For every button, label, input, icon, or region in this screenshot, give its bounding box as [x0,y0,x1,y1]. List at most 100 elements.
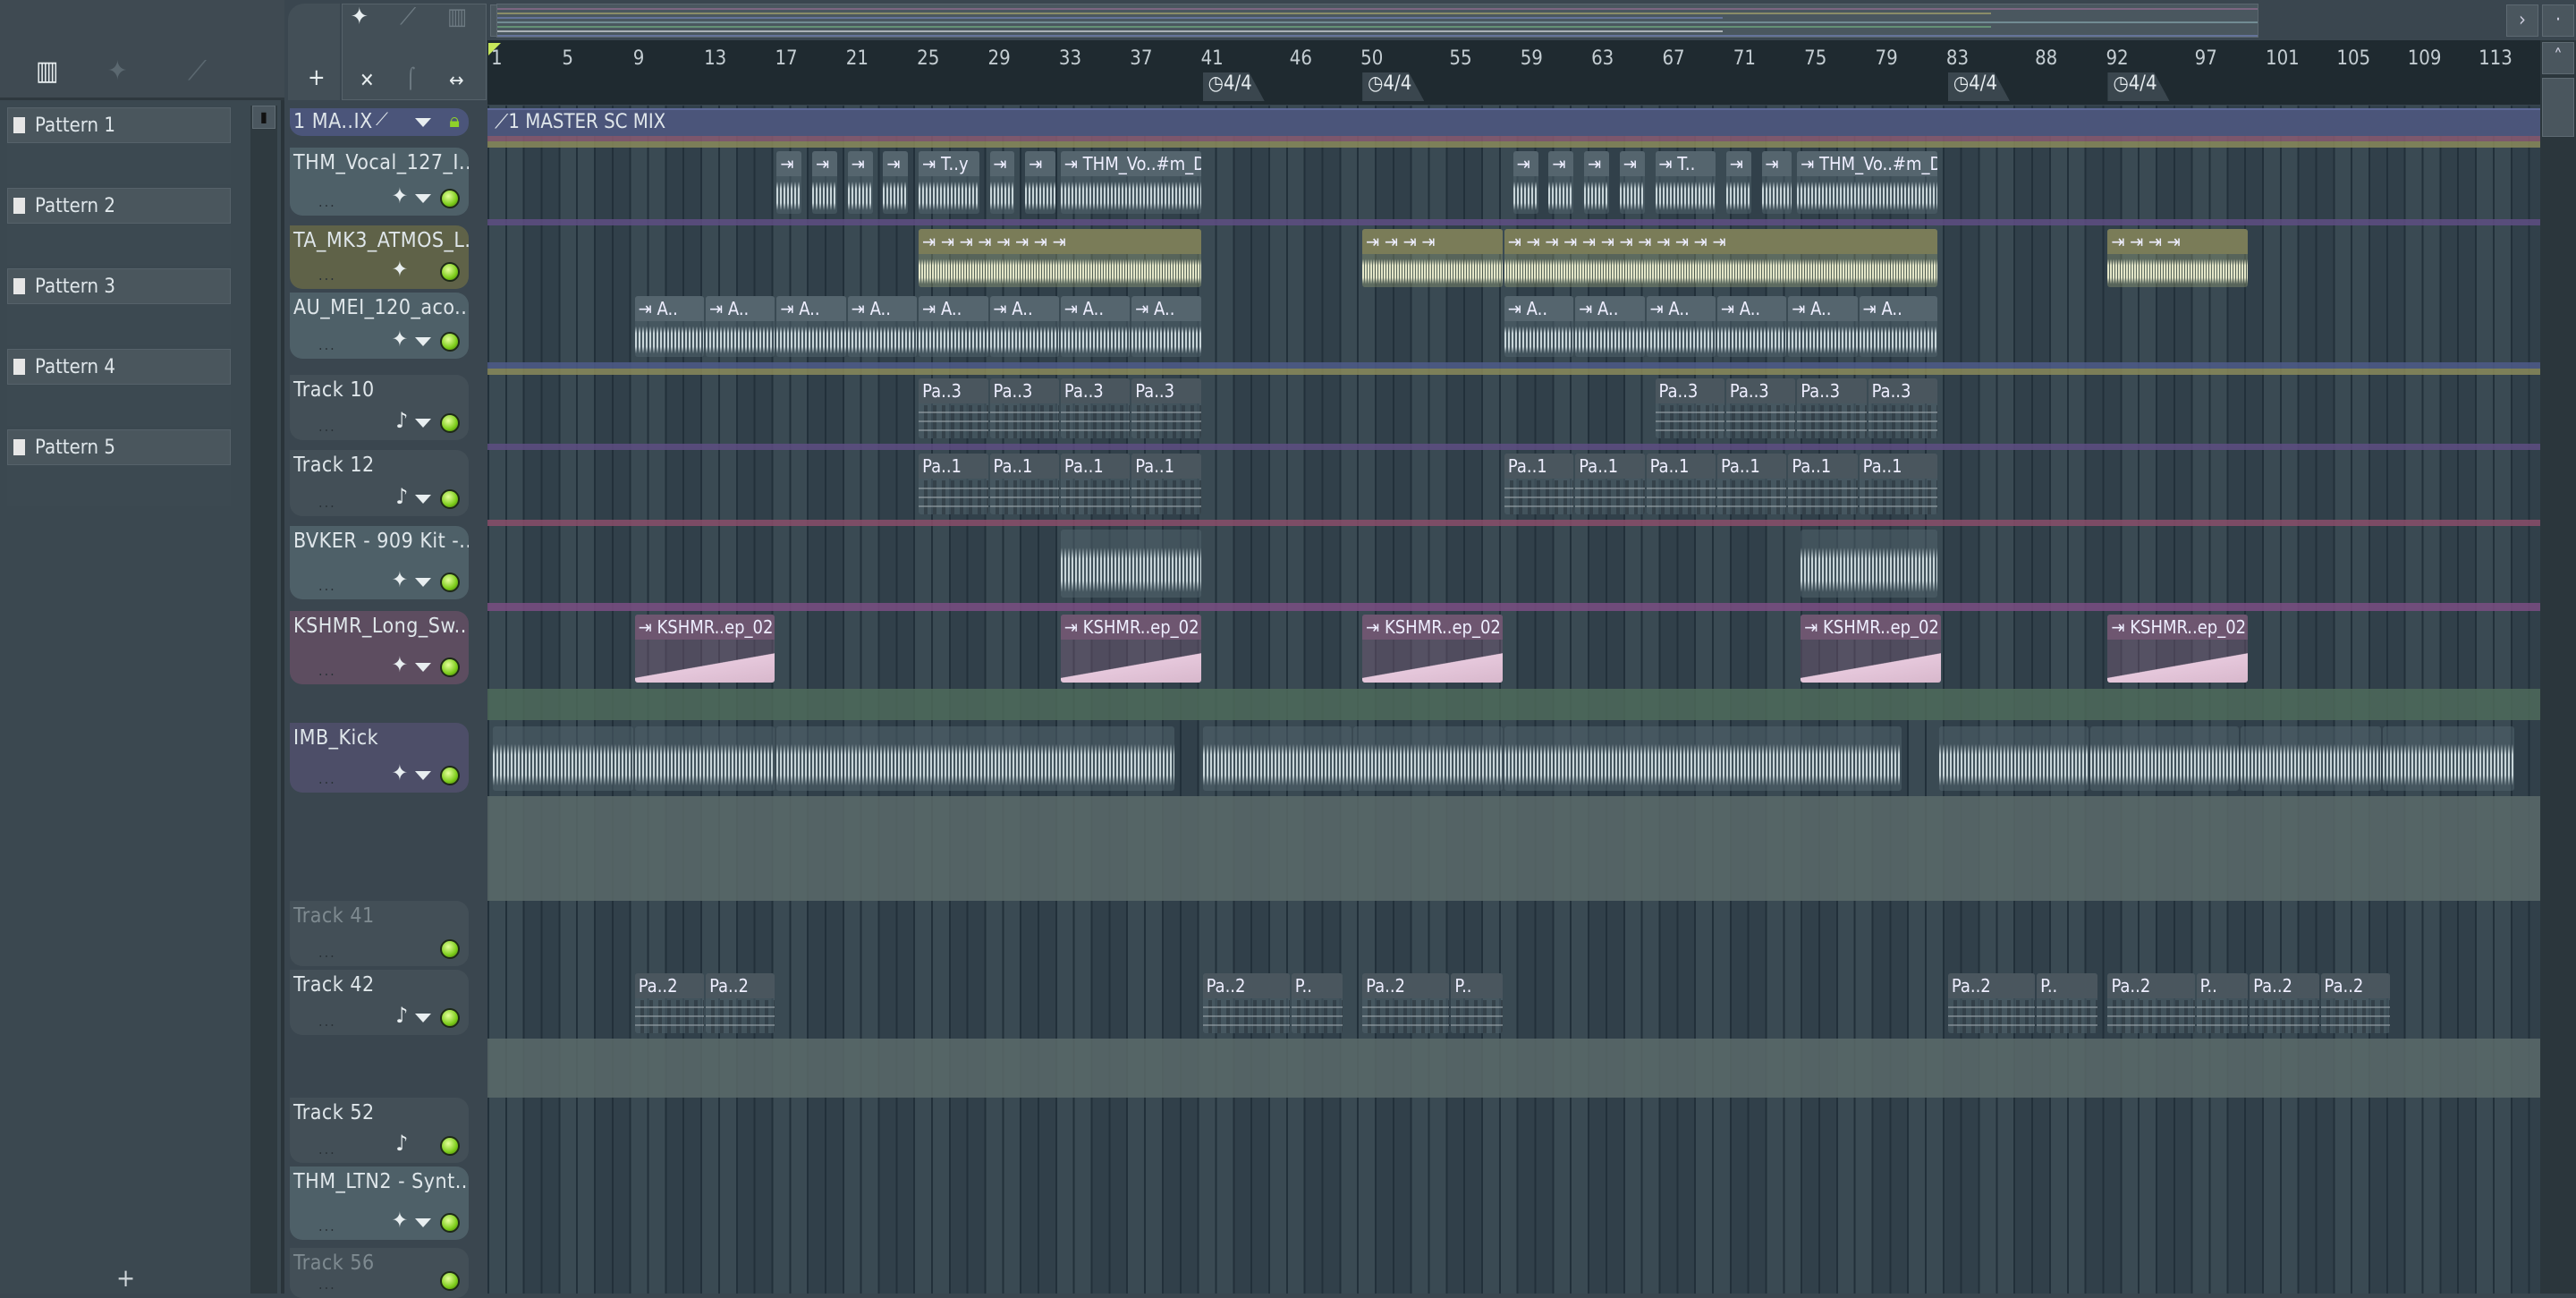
piano-roll-icon[interactable]: ▥ [447,4,467,30]
track-menu-arrow[interactable] [415,118,431,127]
track-options-dots[interactable]: ... [318,662,336,679]
track-header[interactable]: TA_MK3_ATMOS_L..... ✦ [290,225,469,289]
playlist-clip[interactable]: ⇥ [812,151,837,214]
track-options-dots[interactable]: ... [318,336,336,353]
playlist-clip[interactable]: ⇥ [1548,151,1574,214]
playlist-clip[interactable] [776,726,1174,791]
pattern-header[interactable]: Pattern 4 [7,349,231,385]
track-mute-led[interactable] [440,1008,460,1028]
track-header[interactable]: THM_Vocal_127_I..... ✦ [290,148,469,216]
playlist-clip[interactable]: ⇥ A.. [1575,296,1645,357]
playlist-clip[interactable]: ⇥ A.. [1131,296,1201,357]
playlist-clip[interactable]: Pa..2 [634,973,705,1033]
track-header[interactable]: BVKER - 909 Kit -..... ✦ [290,526,469,599]
playlist-clip[interactable]: ⇥ [1025,151,1055,214]
track-mute-led[interactable] [440,262,460,282]
playlist-clip[interactable]: Pa..3 [1797,378,1867,438]
track-options-dots[interactable]: ... [318,770,336,787]
pattern-item[interactable]: Pattern 5 [7,429,231,508]
playlist-clip[interactable]: Pa..3 [919,378,988,438]
vertical-scrollbar[interactable]: ˄ [2540,40,2576,1294]
playlist-clip[interactable]: Pa..3 [1655,378,1724,438]
playlist-clip[interactable]: Pa..1 [989,454,1059,514]
pattern-header[interactable]: Pattern 2 [7,188,231,224]
track-menu-arrow[interactable] [415,578,431,587]
playlist-clip[interactable]: P.. [2196,973,2249,1033]
track-mute-led[interactable] [440,766,460,785]
audio-wave-icon[interactable]: ✦ [351,4,369,30]
playlist-clip[interactable]: Pa..2 [2320,973,2390,1033]
playlist-clip[interactable]: ⇥ ⇥ ⇥ ⇥ [1362,229,1503,287]
master-automation-clip[interactable]: ⟋1 MASTER SC MIX [487,108,2540,136]
playlist-clip[interactable]: Pa..1 [1131,454,1201,514]
playlist-clip[interactable]: Pa..2 [2107,973,2195,1033]
add-track-button[interactable]: + [308,64,326,91]
playlist-clip[interactable] [1060,530,1201,598]
playlist-clip[interactable]: ⇥ A.. [1504,296,1574,357]
playlist-clip[interactable]: Pa..2 [1202,973,1290,1033]
track-mute-led[interactable] [440,939,460,959]
pattern-item[interactable]: Pattern 3 [7,268,231,347]
playlist-clip[interactable]: ⇥ KSHMR..ep_02 [1362,615,1503,683]
playlist-clip[interactable]: ⇥ [776,151,802,214]
playlist-clip[interactable]: P.. [2037,973,2097,1033]
playlist-clip[interactable]: Pa..3 [1868,378,1937,438]
playlist-clip[interactable]: Pa..1 [1646,454,1716,514]
track-menu-arrow[interactable] [415,663,431,672]
track-options-dots[interactable]: ... [318,944,336,961]
track-mute-led[interactable] [440,573,460,592]
track-header[interactable]: Track 41... [290,901,469,966]
playlist-clip[interactable]: ⇥ [1584,151,1609,214]
pattern-header[interactable]: Pattern 5 [7,429,231,465]
track-mute-led[interactable] [440,332,460,352]
playlist-clip[interactable]: ⇥ A.. [1716,296,1787,357]
playlist-clip[interactable]: ⇥ A.. [847,296,918,357]
playlist-clip[interactable]: Pa..1 [1716,454,1787,514]
playlist-clip[interactable]: Pa..3 [1725,378,1796,438]
scroll-up-button[interactable]: ˄ [2542,42,2574,74]
time-signature-marker[interactable]: ◷4/4 [1947,72,2010,101]
track-header[interactable]: Track 52... ♪ [290,1098,469,1163]
playlist-clip[interactable]: ⇥ A.. [1060,296,1131,357]
playlist-clip[interactable] [1801,530,1937,598]
playlist-clip[interactable] [2089,726,2240,791]
track-menu-arrow[interactable] [415,495,431,504]
timeline-ruler[interactable]: 1 5 9 13 17 21 25 29 33 37 41 46 50 55 59 63 67 71 75 79 83 8… [487,40,2540,105]
track-header[interactable]: IMB_Kick... ✦ [290,723,469,793]
track-mute-led[interactable] [440,413,460,433]
picker-scrollbar[interactable]: ▮ [250,106,277,1294]
track-options-dots[interactable]: ... [318,1217,336,1234]
playlist-clip[interactable]: ⇥ ⇥ ⇥ ⇥ [2107,229,2249,287]
playlist-clip[interactable]: P.. [1451,973,1503,1033]
automation-icon[interactable]: ⟋ [188,55,207,87]
scroll-thumb[interactable]: ▮ [252,106,275,129]
playlist-clip[interactable] [2382,726,2514,791]
track-header[interactable]: Track 42... ♪ [290,970,469,1035]
piano-roll-icon[interactable]: ▥ [36,55,59,87]
playlist-clip[interactable]: ⇥ A.. [919,296,988,357]
track-options-dots[interactable]: ... [318,577,336,594]
cut-icon[interactable]: ✕ [360,70,375,92]
track-header[interactable]: KSHMR_Long_Sw..... ✦ [290,611,469,684]
track-options-dots[interactable]: ... [318,418,336,435]
playlist-clip[interactable]: Pa..3 [1060,378,1131,438]
curve-icon[interactable]: ⌠ [406,68,415,90]
playlist-clip[interactable]: Pa..2 [1362,973,1450,1033]
playlist-clip[interactable]: ⇥ THM_Vo..#m_Dry [1797,151,1937,214]
playlist-clip[interactable]: ⇥ A.. [1646,296,1716,357]
lock-icon[interactable]: 🔒︎ [449,110,460,132]
time-signature-marker[interactable]: ◷4/4 [1362,72,1425,101]
track-mute-led[interactable] [440,1271,460,1291]
playlist-clip[interactable]: Pa..1 [1060,454,1131,514]
add-pattern-button[interactable]: + [116,1263,135,1293]
track-header[interactable]: Track 10... ♪ [290,375,469,440]
overview-menu-button[interactable]: · [2542,4,2574,37]
track-options-dots[interactable]: ... [318,267,336,284]
playlist-clip[interactable]: ⇥ ⇥ ⇥ ⇥ ⇥ ⇥ ⇥ ⇥ ⇥ ⇥ ⇥ ⇥ [1504,229,1937,287]
track-menu-arrow[interactable] [415,419,431,428]
track-header[interactable]: Track 12... ♪ [290,450,469,516]
stretch-icon[interactable]: ↔ [449,70,464,92]
track-options-dots[interactable]: ... [318,494,336,511]
track-options-dots[interactable]: ... [318,1141,336,1158]
pattern-header[interactable]: Pattern 3 [7,268,231,304]
